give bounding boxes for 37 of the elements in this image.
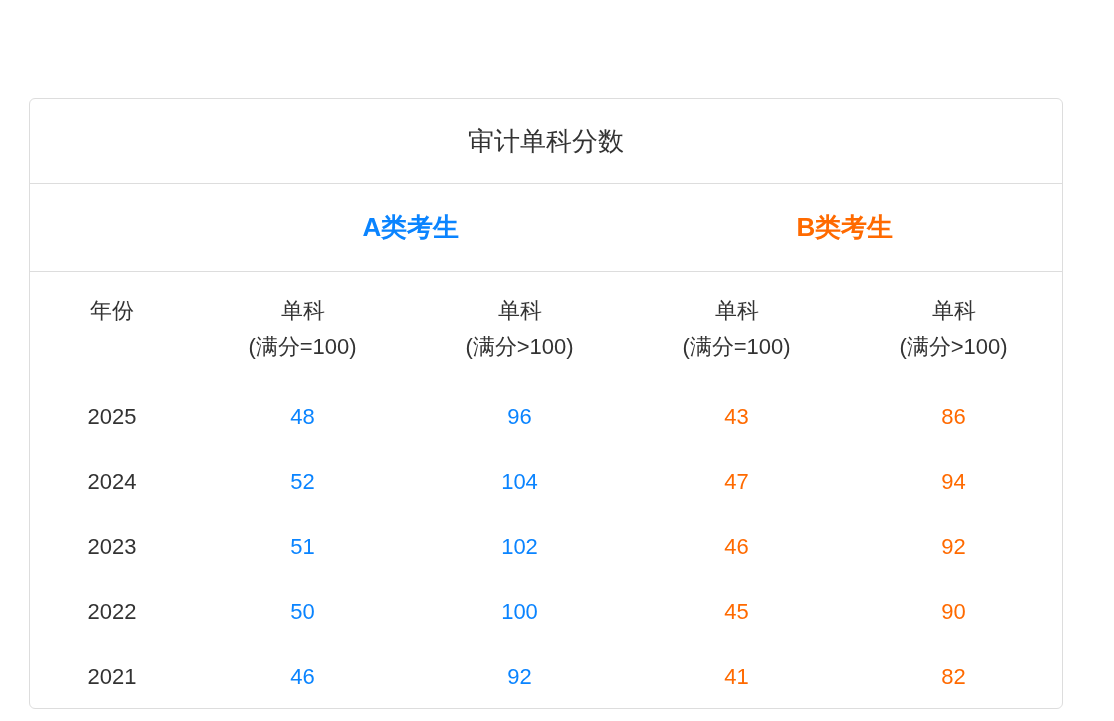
column-heading: 年份 [90, 297, 134, 325]
column-subheading: (满分>100) [465, 333, 574, 361]
column-subheading: (满分>100) [899, 333, 1008, 361]
year-cell: 2024 [87, 468, 137, 495]
year-cell: 2022 [87, 598, 137, 625]
score-cell: 46 [724, 533, 749, 560]
score-cell: 48 [290, 403, 315, 430]
column-subheading: (满分=100) [248, 333, 357, 361]
score-cell: 100 [501, 598, 538, 625]
column-subheading: (满分=100) [682, 333, 791, 361]
score-cell: 41 [724, 663, 749, 690]
score-cell: 50 [290, 598, 315, 625]
score-cell: 43 [724, 403, 749, 430]
score-cell: 45 [724, 598, 749, 625]
column-heading: 单科 [931, 297, 976, 325]
year-cell: 2021 [87, 663, 137, 690]
group-heading: A类考生 [362, 211, 460, 244]
score-cell: 104 [501, 468, 538, 495]
score-cell: 102 [501, 533, 538, 560]
score-cell: 90 [941, 598, 966, 625]
score-cell: 92 [941, 533, 966, 560]
score-cell: 51 [290, 533, 315, 560]
score-cell: 94 [941, 468, 966, 495]
group-heading: B类考生 [796, 211, 894, 244]
year-cell: 2023 [87, 533, 137, 560]
table-title: 审计单科分数 [468, 124, 624, 158]
column-heading: 单科 [497, 297, 542, 325]
year-cell: 2025 [87, 403, 137, 430]
column-heading: 单科 [714, 297, 759, 325]
score-cell: 47 [724, 468, 749, 495]
score-cell: 46 [290, 663, 315, 690]
score-cell: 82 [941, 663, 966, 690]
score-cell: 96 [507, 403, 532, 430]
column-heading: 单科 [280, 297, 325, 325]
score-cell: 86 [941, 403, 966, 430]
score-cell: 52 [290, 468, 315, 495]
score-cell: 92 [507, 663, 532, 690]
